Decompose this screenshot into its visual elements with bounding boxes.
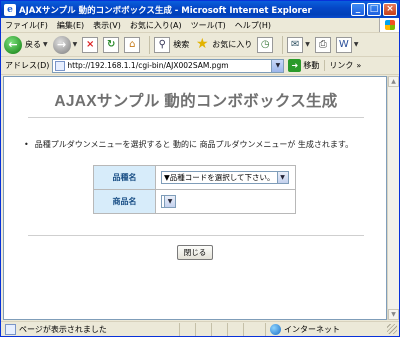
home-icon: ⌂ bbox=[124, 36, 141, 53]
menu-bar: ファイル(F) 編集(E) 表示(V) お気に入り(A) ツール(T) ヘルプ(… bbox=[1, 18, 399, 33]
favorites-button[interactable]: ★ お気に入り bbox=[194, 37, 252, 53]
toolbar-separator bbox=[149, 35, 151, 54]
stop-button[interactable]: × bbox=[82, 36, 99, 53]
status-cell bbox=[243, 322, 259, 336]
category-dropdown-icon[interactable]: ▼ bbox=[276, 172, 288, 183]
links-chevron-icon[interactable]: » bbox=[356, 61, 361, 70]
status-cell bbox=[227, 322, 243, 336]
stop-icon: × bbox=[82, 36, 99, 53]
category-row: 品種名 ▼品種コードを選択して下さい。 ▼ bbox=[93, 165, 296, 190]
menu-view[interactable]: 表示(V) bbox=[93, 20, 121, 31]
page-done-icon bbox=[5, 323, 16, 335]
go-button[interactable]: ➜ 移動 bbox=[288, 59, 319, 72]
print-button[interactable]: ⎙ bbox=[314, 36, 331, 53]
scroll-down-icon[interactable]: ▼ bbox=[388, 309, 399, 320]
close-button[interactable]: 閉じる bbox=[177, 245, 213, 260]
page-title: AJAXサンプル 動的コンボボックス生成 bbox=[54, 93, 338, 110]
address-url[interactable]: http://192.168.1.1/cgi-bin/AJX002SAM.pgm bbox=[67, 61, 271, 70]
mail-button[interactable]: ✉ ▼ bbox=[287, 36, 310, 53]
description-text: 品種プルダウンメニューを選択すると 動的に 商品プルダウンメニューが 生成されま… bbox=[24, 139, 353, 150]
status-cell bbox=[179, 322, 195, 336]
product-label: 商品名 bbox=[93, 189, 156, 214]
print-icon: ⎙ bbox=[314, 36, 331, 53]
globe-icon bbox=[270, 323, 281, 335]
windows-logo-icon bbox=[379, 18, 399, 32]
product-select[interactable]: ▼ bbox=[161, 195, 176, 209]
history-icon: ◷ bbox=[257, 36, 274, 53]
toolbar-separator bbox=[282, 35, 284, 54]
address-input[interactable]: http://192.168.1.1/cgi-bin/AJX002SAM.pgm… bbox=[52, 58, 285, 73]
favorites-label: お気に入り bbox=[212, 40, 253, 49]
status-cell bbox=[195, 322, 211, 336]
status-text: ページが表示されました bbox=[19, 324, 107, 334]
refresh-icon: ↻ bbox=[103, 36, 120, 53]
browser-window: e AJAXサンプル 動的コンボボックス生成 - Microsoft Inter… bbox=[0, 0, 400, 337]
vertical-scrollbar[interactable]: ▲ ▼ bbox=[387, 76, 399, 320]
zone-label: インターネット bbox=[284, 324, 340, 334]
category-select[interactable]: ▼品種コードを選択して下さい。 ▼ bbox=[161, 171, 289, 184]
page-icon bbox=[55, 60, 66, 71]
address-label: アドレス(D) bbox=[5, 61, 50, 70]
edit-dropdown-icon[interactable]: ▼ bbox=[354, 41, 359, 48]
status-bar: ページが表示されました インターネット bbox=[1, 321, 399, 336]
mail-icon: ✉ bbox=[287, 36, 304, 53]
status-cell bbox=[211, 322, 227, 336]
top-divider bbox=[28, 117, 364, 119]
address-dropdown-icon[interactable]: ▼ bbox=[271, 59, 284, 72]
menu-edit[interactable]: 編集(E) bbox=[57, 20, 84, 31]
category-label: 品種名 bbox=[93, 165, 156, 190]
edit-icon: W bbox=[335, 36, 352, 53]
product-row: 商品名 ▼ bbox=[93, 189, 296, 214]
window-title: AJAXサンプル 動的コンボボックス生成 - Microsoft Interne… bbox=[19, 5, 312, 16]
edit-button[interactable]: W ▼ bbox=[335, 36, 359, 53]
selection-form: 品種名 ▼品種コードを選択して下さい。 ▼ 商品名 ▼ bbox=[93, 165, 296, 214]
close-window-button[interactable]: × bbox=[383, 3, 397, 16]
back-label: 戻る bbox=[25, 40, 41, 49]
home-button[interactable]: ⌂ bbox=[124, 36, 141, 53]
product-cell: ▼ bbox=[155, 189, 296, 214]
menu-file[interactable]: ファイル(F) bbox=[5, 20, 48, 31]
bottom-divider bbox=[28, 235, 364, 237]
go-label: 移動 bbox=[303, 61, 320, 70]
back-button[interactable]: ← 戻る ▼ bbox=[4, 35, 48, 54]
security-zone: インターネット bbox=[265, 322, 340, 336]
resize-grip-icon[interactable] bbox=[387, 324, 397, 334]
links-button[interactable]: リンク bbox=[324, 60, 353, 71]
title-bar[interactable]: e AJAXサンプル 動的コンボボックス生成 - Microsoft Inter… bbox=[1, 1, 399, 18]
ie-app-icon[interactable]: e bbox=[4, 3, 16, 16]
menu-favorites[interactable]: お気に入り(A) bbox=[130, 20, 182, 31]
favorites-icon: ★ bbox=[195, 35, 209, 52]
go-arrow-icon: ➜ bbox=[288, 59, 302, 72]
search-label: 検索 bbox=[173, 40, 190, 49]
forward-icon: → bbox=[52, 35, 71, 54]
product-dropdown-icon[interactable]: ▼ bbox=[164, 196, 175, 208]
menu-tools[interactable]: ツール(T) bbox=[191, 20, 226, 31]
back-icon: ← bbox=[4, 35, 22, 54]
forward-button[interactable]: → ▼ bbox=[52, 35, 78, 54]
category-cell: ▼品種コードを選択して下さい。 ▼ bbox=[155, 165, 296, 190]
address-bar: アドレス(D) http://192.168.1.1/cgi-bin/AJX00… bbox=[1, 57, 399, 75]
menu-help[interactable]: ヘルプ(H) bbox=[235, 20, 271, 31]
minimize-button[interactable]: _ bbox=[351, 3, 365, 16]
standard-toolbar: ← 戻る ▼ → ▼ × ↻ ⌂ ⚲ 検索 ★ お気に入り ◷ ✉ ▼ ⎙ W … bbox=[1, 33, 399, 57]
history-button[interactable]: ◷ bbox=[257, 36, 274, 53]
back-dropdown-icon[interactable]: ▼ bbox=[43, 41, 48, 48]
scroll-up-icon[interactable]: ▲ bbox=[388, 76, 399, 87]
forward-dropdown-icon[interactable]: ▼ bbox=[73, 41, 78, 48]
search-icon: ⚲ bbox=[154, 36, 171, 53]
refresh-button[interactable]: ↻ bbox=[103, 36, 120, 53]
maximize-button[interactable]: □ bbox=[367, 3, 381, 16]
page-content: AJAXサンプル 動的コンボボックス生成 品種プルダウンメニューを選択すると 動… bbox=[3, 76, 387, 320]
mail-dropdown-icon[interactable]: ▼ bbox=[305, 41, 310, 48]
search-button[interactable]: ⚲ 検索 bbox=[154, 36, 190, 53]
category-select-value: ▼品種コードを選択して下さい。 bbox=[164, 173, 275, 182]
